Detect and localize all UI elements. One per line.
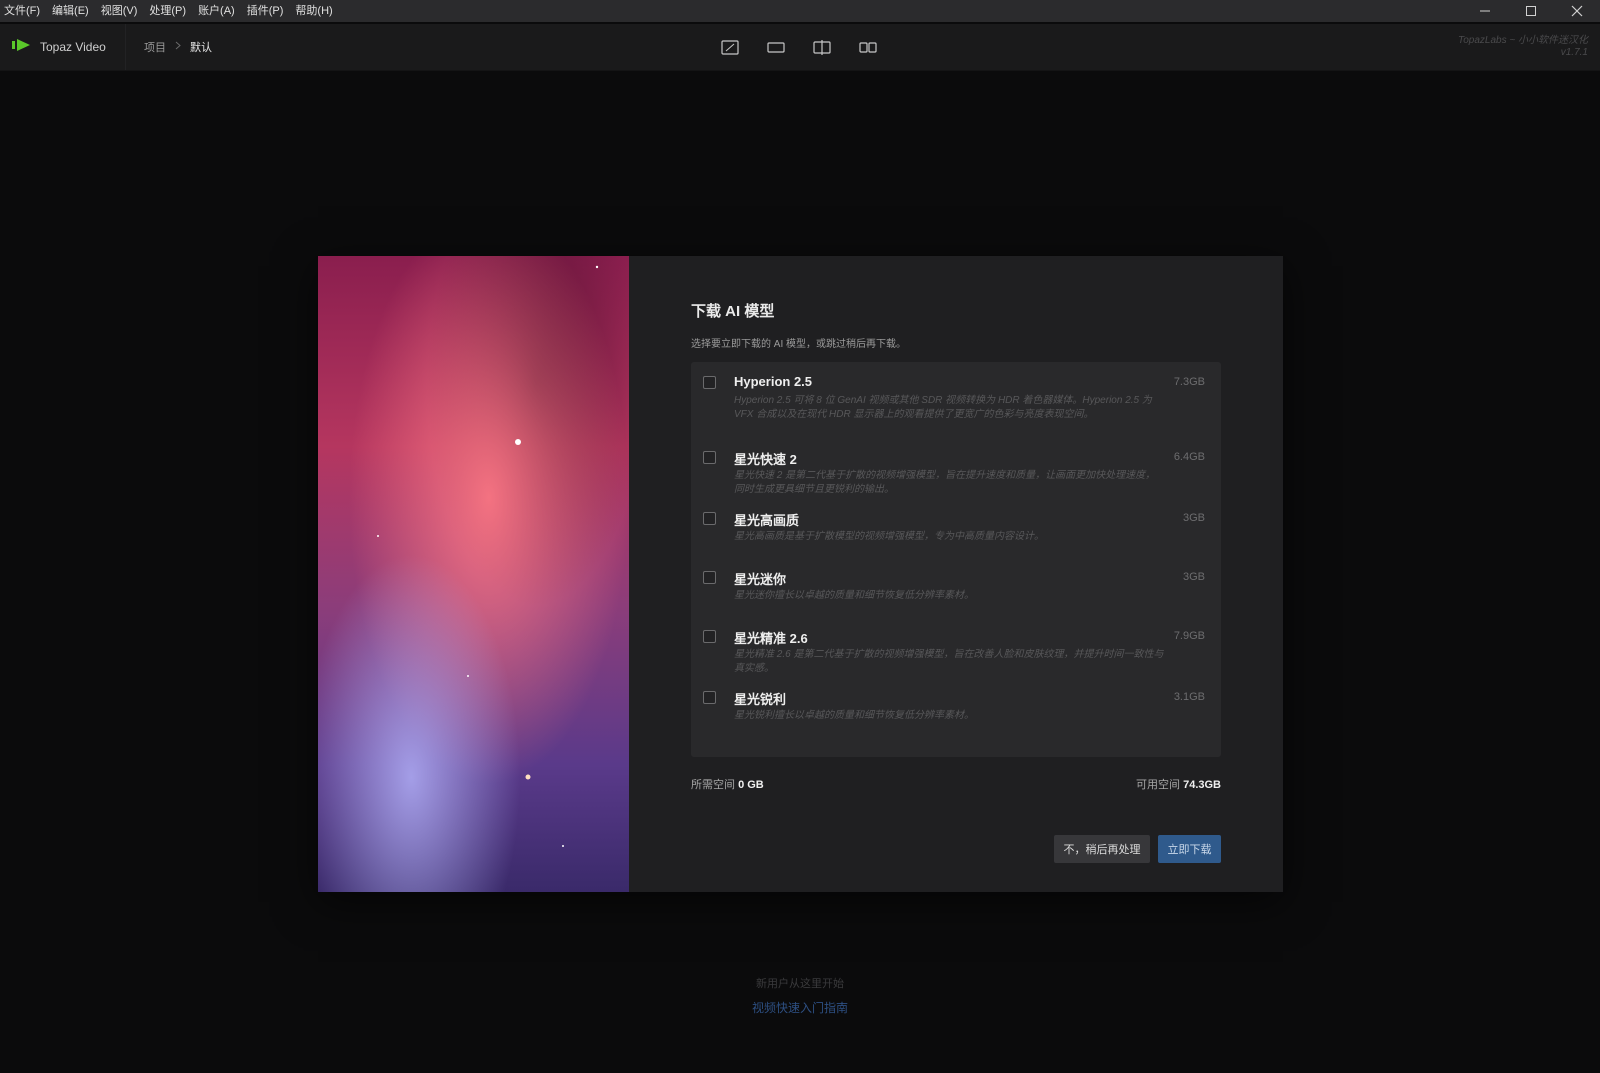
- toolbar: Topaz Video 项目 默认 TopazLabs ~ 小小软件迷汉化 v1…: [0, 24, 1600, 71]
- dialog-subtitle: 选择要立即下载的 AI 模型，或跳过稍后再下载。: [691, 339, 907, 350]
- model-size: 7.9GB: [1173, 630, 1205, 642]
- version-info: TopazLabs ~ 小小软件迷汉化 v1.7.1: [1458, 35, 1588, 59]
- model-description: 星光锐利擅长以卓越的质量和细节恢复低分辨率素材。: [734, 710, 974, 721]
- model-description: Hyperion 2.5 可将 8 位 GenAI 视频或其他 SDR 视频转换…: [734, 395, 1152, 420]
- version-number: v1.7.1: [1560, 47, 1588, 58]
- model-name: 星光高画质: [734, 513, 800, 528]
- model-checkbox[interactable]: [703, 376, 716, 389]
- model-size: 3GB: [1182, 512, 1205, 524]
- breadcrumb: 项目 默认: [144, 24, 212, 70]
- model-name: 星光锐利: [734, 692, 787, 707]
- menu-file[interactable]: 文件(F): [0, 0, 46, 22]
- breadcrumb-projects[interactable]: 项目: [144, 39, 166, 55]
- new-user-hint: 新用户从这里开始: [756, 978, 844, 990]
- menu-edit[interactable]: 编辑(E): [46, 0, 95, 22]
- model-checkbox[interactable]: [703, 512, 716, 525]
- topaz-logo-icon: [12, 38, 32, 57]
- model-description: 星光高画质是基于扩散模型的视频增强模型，专为中高质量内容设计。: [734, 531, 1044, 542]
- space-available: 可用空间 74.3GB: [1136, 776, 1221, 792]
- space-required-value: 0 GB: [738, 779, 764, 791]
- model-description: 星光迷你擅长以卓越的质量和细节恢复低分辨率素材。: [734, 590, 974, 601]
- menu-plugins[interactable]: 插件(P): [241, 0, 290, 22]
- wide-view-icon[interactable]: [764, 37, 788, 57]
- app-brand[interactable]: Topaz Video: [12, 24, 106, 70]
- window-controls: [1462, 0, 1600, 22]
- close-icon[interactable]: [1554, 0, 1600, 22]
- breadcrumb-default[interactable]: 默认: [190, 39, 212, 55]
- side-by-side-view-icon[interactable]: [856, 37, 880, 57]
- quick-start-guide-link[interactable]: 视频快速入门指南: [0, 999, 1600, 1016]
- nebula-artwork: [318, 256, 629, 892]
- minimize-icon[interactable]: [1462, 0, 1508, 22]
- chevron-right-icon: [175, 41, 181, 53]
- maximize-icon[interactable]: [1508, 0, 1554, 22]
- space-available-label: 可用空间: [1136, 779, 1181, 791]
- model-name: Hyperion 2.5: [734, 374, 813, 389]
- model-checkbox[interactable]: [703, 451, 716, 464]
- model-size: 7.3GB: [1173, 376, 1205, 388]
- dialog-content: 下载 AI 模型 选择要立即下载的 AI 模型，或跳过稍后再下载。 Hyperi…: [629, 256, 1283, 892]
- model-checkbox[interactable]: [703, 571, 716, 584]
- space-available-value: 74.3GB: [1183, 779, 1221, 791]
- model-name: 星光精准 2.6: [734, 631, 808, 646]
- menu-bar: 文件(F) 编辑(E) 视图(V) 处理(P) 账户(A) 插件(P) 帮助(H…: [0, 0, 1600, 22]
- model-description: 星光精准 2.6 是第二代基于扩散的视频增强模型，旨在改善人脸和皮肤纹理，并提升…: [734, 649, 1164, 674]
- model-name: 星光快速 2: [734, 452, 797, 467]
- menu-account[interactable]: 账户(A): [192, 0, 241, 22]
- space-required-label: 所需空间: [691, 779, 735, 791]
- version-publisher: TopazLabs ~ 小小软件迷汉化: [1458, 35, 1588, 46]
- model-list: Hyperion 2.5 7.3GB Hyperion 2.5 可将 8 位 G…: [691, 362, 1221, 757]
- model-size: 3GB: [1182, 571, 1205, 583]
- dialog-title: 下载 AI 模型: [691, 303, 775, 320]
- later-button[interactable]: 不，稍后再处理: [1054, 835, 1150, 863]
- toolbar-divider: [125, 24, 126, 70]
- model-size: 6.4GB: [1173, 451, 1205, 463]
- single-view-icon[interactable]: [718, 37, 742, 57]
- download-now-button[interactable]: 立即下载: [1158, 835, 1221, 863]
- model-checkbox[interactable]: [703, 630, 716, 643]
- model-size: 3.1GB: [1173, 691, 1205, 703]
- download-models-dialog: 下载 AI 模型 选择要立即下载的 AI 模型，或跳过稍后再下载。 Hyperi…: [318, 256, 1283, 892]
- model-checkbox[interactable]: [703, 691, 716, 704]
- model-description: 星光快速 2 是第二代基于扩散的视频增强模型，旨在提升速度和质量，让画面更加快处…: [734, 470, 1156, 495]
- menu-help[interactable]: 帮助(H): [289, 0, 338, 22]
- app-name: Topaz Video: [40, 40, 106, 54]
- view-mode-switcher: [718, 37, 880, 57]
- menu-process[interactable]: 处理(P): [143, 0, 192, 22]
- menu-view[interactable]: 视图(V): [95, 0, 144, 22]
- model-name: 星光迷你: [734, 572, 787, 587]
- split-view-icon[interactable]: [810, 37, 834, 57]
- space-required: 所需空间 0 GB: [691, 776, 764, 792]
